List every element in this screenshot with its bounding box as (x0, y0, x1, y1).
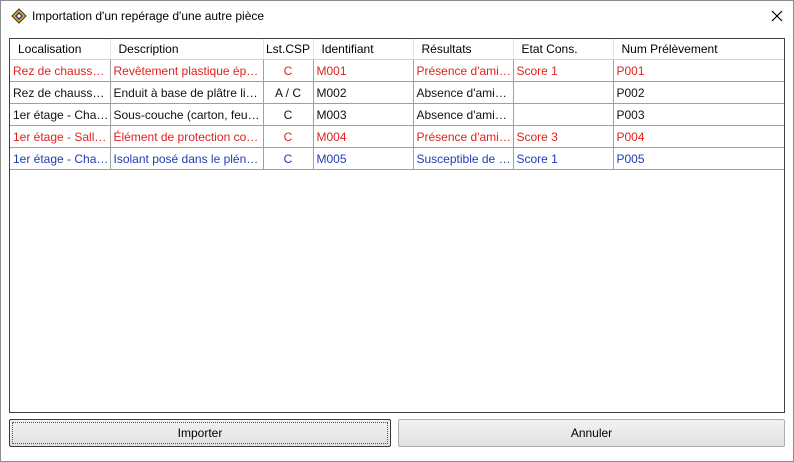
cell-lst-csp: C (263, 125, 314, 148)
column-header-etat-cons[interactable]: Etat Cons. (513, 39, 614, 60)
column-header-description[interactable]: Description (110, 39, 264, 60)
cell-localisation: Rez de chaussée... (10, 59, 111, 82)
cell-identifiant: M002 (313, 81, 414, 104)
table-row[interactable]: 1er étage - Cham... Sous-couche (carton,… (10, 103, 784, 126)
import-dialog: Importation d'un repérage d'une autre pi… (0, 0, 794, 462)
cell-description: Revêtement plastique épais ... (110, 59, 264, 82)
cell-lst-csp: C (263, 103, 314, 126)
header-row: Localisation Description Lst.CSP Identif… (10, 39, 784, 60)
cell-resultats: Présence d'amia... (413, 125, 514, 148)
app-logo-icon (11, 8, 27, 24)
title-bar: Importation d'un repérage d'une autre pi… (1, 1, 793, 31)
cell-num-prelevement: P005 (613, 147, 784, 170)
table-row[interactable]: Rez de chaussée... Enduit à base de plât… (10, 81, 784, 104)
cell-identifiant: M004 (313, 125, 414, 148)
cell-localisation: Rez de chaussée... (10, 81, 111, 104)
cell-lst-csp: C (263, 147, 314, 170)
cell-description: Isolant posé dans le plénum ... (110, 147, 264, 170)
cell-num-prelevement: P003 (613, 103, 784, 126)
table-row[interactable]: 1er étage - Cham... Isolant posé dans le… (10, 147, 784, 170)
cell-lst-csp: A / C (263, 81, 314, 104)
table-row[interactable]: 1er étage - Salle ... Élément de protect… (10, 125, 784, 148)
column-header-lst-csp[interactable]: Lst.CSP (263, 39, 314, 60)
column-header-localisation[interactable]: Localisation (10, 39, 111, 60)
cell-resultats: Absence d'amiante (413, 103, 514, 126)
reperage-grid[interactable]: Localisation Description Lst.CSP Identif… (9, 38, 785, 413)
column-header-resultats[interactable]: Résultats (413, 39, 514, 60)
cell-etat-cons (513, 103, 614, 126)
column-header-num-prelevement[interactable]: Num Prélèvement (613, 39, 784, 60)
cell-description: Sous-couche (carton, feutre,... (110, 103, 264, 126)
focus-rectangle (12, 422, 388, 444)
close-icon (771, 10, 783, 22)
column-header-identifiant[interactable]: Identifiant (313, 39, 414, 60)
cell-etat-cons: Score 3 (513, 125, 614, 148)
cell-lst-csp: C (263, 59, 314, 82)
import-button[interactable]: Importer (9, 419, 391, 447)
cell-num-prelevement: P001 (613, 59, 784, 82)
cell-resultats: Présence d'amia... (413, 59, 514, 82)
cell-identifiant: M005 (313, 147, 414, 170)
cell-identifiant: M001 (313, 59, 414, 82)
cell-resultats: Absence d'amiante (413, 81, 514, 104)
cell-etat-cons: Score 1 (513, 59, 614, 82)
table-row[interactable]: Rez de chaussée... Revêtement plastique … (10, 59, 784, 82)
cell-description: Élément de protection contre... (110, 125, 264, 148)
cell-localisation: 1er étage - Salle ... (10, 125, 111, 148)
cancel-button-label: Annuler (570, 426, 613, 440)
cell-etat-cons: Score 1 (513, 147, 614, 170)
cell-num-prelevement: P004 (613, 125, 784, 148)
cell-identifiant: M003 (313, 103, 414, 126)
cancel-button[interactable]: Annuler (398, 419, 785, 447)
cell-localisation: 1er étage - Cham... (10, 103, 111, 126)
window-title: Importation d'un repérage d'une autre pi… (32, 9, 265, 23)
cell-description: Enduit à base de plâtre lissé ... (110, 81, 264, 104)
cell-num-prelevement: P002 (613, 81, 784, 104)
cell-etat-cons (513, 81, 614, 104)
cell-localisation: 1er étage - Cham... (10, 147, 111, 170)
close-button[interactable] (761, 1, 793, 31)
reperage-table: Localisation Description Lst.CSP Identif… (10, 39, 784, 170)
cell-resultats: Susceptible de c... (413, 147, 514, 170)
